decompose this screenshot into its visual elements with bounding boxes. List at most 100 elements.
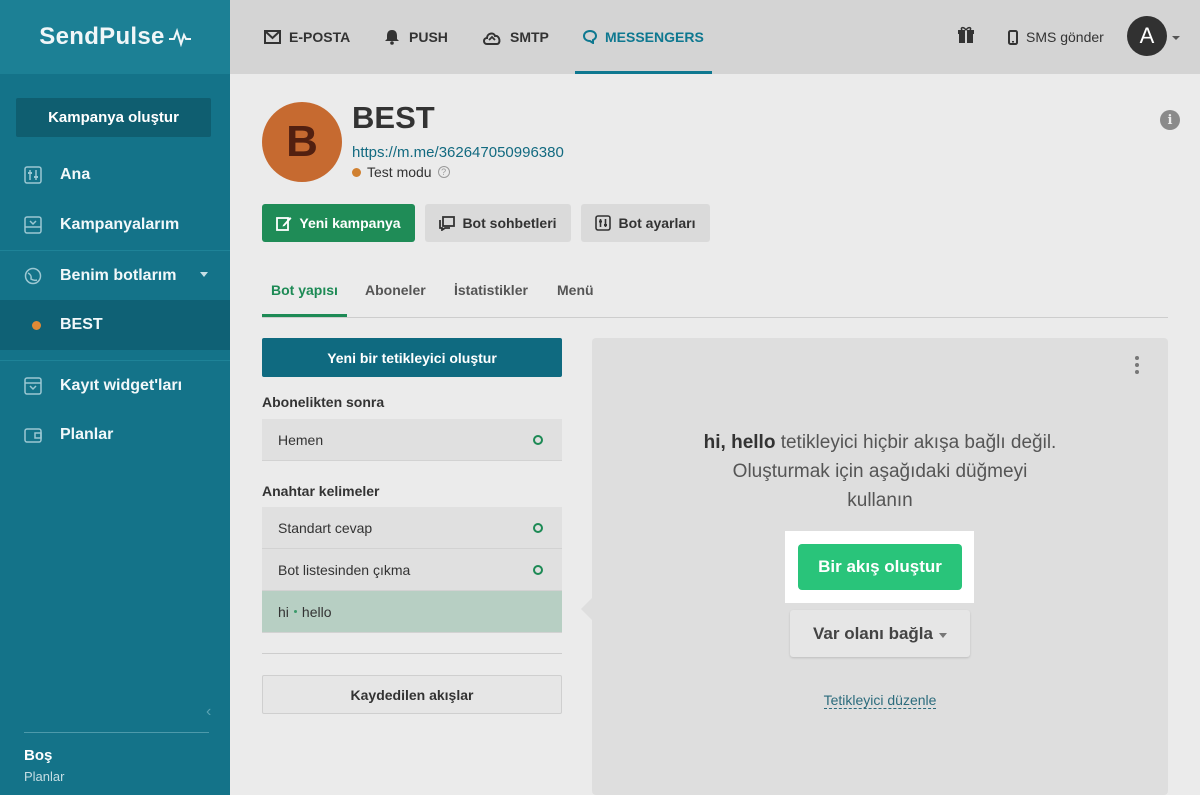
inbox-icon — [24, 216, 42, 234]
gift-icon[interactable] — [957, 26, 975, 44]
sidebar-item-campaigns[interactable]: Kampanyalarım — [0, 200, 230, 250]
chats-icon — [439, 215, 456, 231]
trigger-name: hi, hello — [703, 432, 776, 453]
cloud-upload-icon — [483, 32, 501, 45]
mail-icon — [264, 30, 281, 44]
wallet-icon — [24, 426, 42, 444]
create-flow-button[interactable]: Bir akış oluştur — [798, 544, 962, 590]
edit-trigger-link: Tetikleyici düzenle — [592, 692, 1168, 709]
edit-icon — [276, 217, 292, 231]
edit-trigger-label[interactable]: Tetikleyici düzenle — [823, 692, 937, 709]
sidebar-item-label: Kampanyalarım — [60, 216, 180, 233]
plans-link[interactable]: Planlar — [24, 769, 209, 784]
user-avatar[interactable]: A — [1127, 16, 1167, 56]
sidebar-item-label: Benim botlarım — [60, 266, 177, 284]
pulse-icon — [168, 27, 191, 47]
sidebar-item-widgets[interactable]: Kayıt widget'ları — [0, 360, 230, 410]
plan-name: Boş — [24, 747, 53, 764]
tab-menu[interactable]: Menü — [557, 282, 594, 298]
chevron-down-icon — [939, 632, 947, 638]
active-status-icon — [533, 523, 543, 533]
trigger-label: Standart cevap — [278, 519, 373, 536]
chevron-down-icon — [200, 272, 208, 277]
triggers-column: Yeni bir tetikleyici oluştur Abonelikten… — [262, 338, 562, 714]
create-trigger-button[interactable]: Yeni bir tetikleyici oluştur — [262, 338, 562, 377]
keywords-list: Standart cevap Bot listesinden çıkma hi … — [262, 507, 562, 633]
trigger-label: Bot listesinden çıkma — [278, 561, 411, 578]
nav-label: E-POSTA — [289, 29, 351, 45]
sms-label: SMS gönder — [1026, 29, 1104, 45]
bell-icon — [385, 30, 399, 45]
sidebar-item-label: Planlar — [60, 426, 114, 443]
nav-label: MESSENGERS — [605, 29, 704, 45]
phone-icon — [1008, 29, 1018, 45]
bot-chats-button[interactable]: Bot sohbetleri — [425, 204, 571, 242]
chat-icon — [583, 30, 597, 44]
list-item-selected[interactable]: hi hello — [262, 591, 562, 633]
trigger-label: Hemen — [278, 431, 324, 448]
sendpulse-logo[interactable]: SendPulse — [0, 0, 230, 74]
nav-smtp[interactable]: SMTP — [482, 0, 549, 74]
tab-subscribers[interactable]: Aboneler — [365, 282, 426, 298]
logo-text: SendPulse — [39, 23, 165, 50]
active-tab-indicator — [262, 314, 347, 317]
tab-statistics[interactable]: İstatistikler — [454, 282, 528, 298]
link-existing-button[interactable]: Var olanı bağla — [790, 610, 970, 657]
after-subscribe-title: Abonelikten sonra — [262, 394, 385, 410]
sidebar: SendPulse Kampanya oluştur Ana Kampanyal… — [0, 0, 230, 795]
nav-push[interactable]: PUSH — [383, 0, 448, 74]
keywords-title: Anahtar kelimeler — [262, 483, 380, 499]
bot-tabs: Bot yapısı Aboneler İstatistikler Menü — [262, 270, 1168, 318]
send-sms-link[interactable]: SMS gönder — [1008, 0, 1104, 74]
bot-avatar: B — [262, 102, 342, 182]
sidebar-item-label: BEST — [60, 316, 103, 333]
list-item[interactable]: Bot listesinden çıkma — [262, 549, 562, 591]
collapse-sidebar-icon[interactable]: ‹ — [206, 703, 211, 721]
sidebar-item-ana[interactable]: Ana — [0, 150, 230, 200]
list-item[interactable]: Standart cevap — [262, 507, 562, 549]
sliders-icon — [24, 166, 42, 184]
sidebar-item-plans[interactable]: Planlar — [0, 410, 230, 460]
bot-name: BEST — [352, 100, 435, 135]
top-bar: E-POSTA PUSH SMTP MESSENGERS SMS gönder … — [230, 0, 1200, 74]
nav-email[interactable]: E-POSTA — [264, 0, 350, 74]
tab-bot-structure[interactable]: Bot yapısı — [271, 282, 338, 298]
widget-icon — [24, 376, 42, 395]
button-label: Bot sohbetleri — [462, 215, 557, 231]
nav-messengers[interactable]: MESSENGERS — [575, 0, 712, 74]
active-status-icon — [533, 565, 543, 575]
status-dot — [352, 167, 361, 177]
sidebar-item-best[interactable]: BEST — [0, 300, 230, 350]
help-icon[interactable]: ? — [437, 166, 450, 178]
list-item[interactable]: Hemen — [262, 419, 562, 461]
chevron-down-icon[interactable] — [1172, 36, 1180, 40]
plan-info: Boş Planlar — [24, 732, 209, 784]
bot-settings-button[interactable]: Bot ayarları — [581, 204, 710, 242]
settings-sliders-icon — [595, 215, 612, 231]
panel-pointer — [581, 598, 592, 620]
more-options-icon[interactable] — [1134, 356, 1140, 374]
button-label: Bot ayarları — [618, 215, 696, 231]
saved-flows-button[interactable]: Kaydedilen akışlar — [262, 675, 562, 714]
no-flow-message: hi, hello tetikleyici hiçbir akışa bağlı… — [592, 428, 1168, 515]
after-subscribe-list: Hemen — [262, 419, 562, 461]
nav-label: SMTP — [510, 29, 549, 45]
button-label: Var olanı bağla — [813, 623, 933, 643]
sidebar-item-my-bots[interactable]: Benim botlarım — [0, 250, 230, 300]
nav-label: PUSH — [409, 29, 448, 45]
status-label: Test modu — [367, 164, 432, 180]
info-icon[interactable]: i — [1160, 110, 1180, 130]
separator-dot — [293, 610, 297, 613]
bot-link[interactable]: https://m.me/362647050996380 — [352, 144, 564, 161]
globe-icon — [24, 267, 42, 285]
message-text: tetikleyici hiçbir akışa bağlı değil. Ol… — [732, 432, 1057, 511]
sidebar-item-label: Ana — [60, 166, 91, 183]
bot-status: Test modu ? — [352, 164, 450, 180]
button-label: Yeni kampanya — [299, 215, 401, 231]
keyword-part: hello — [301, 603, 332, 620]
new-campaign-button[interactable]: Yeni kampanya — [262, 204, 415, 242]
status-dot — [32, 320, 41, 330]
active-status-icon — [533, 435, 543, 445]
sidebar-nav: Ana Kampanyalarım Benim botlarım BEST Ka… — [0, 150, 230, 460]
create-campaign-button[interactable]: Kampanya oluştur — [16, 98, 211, 137]
